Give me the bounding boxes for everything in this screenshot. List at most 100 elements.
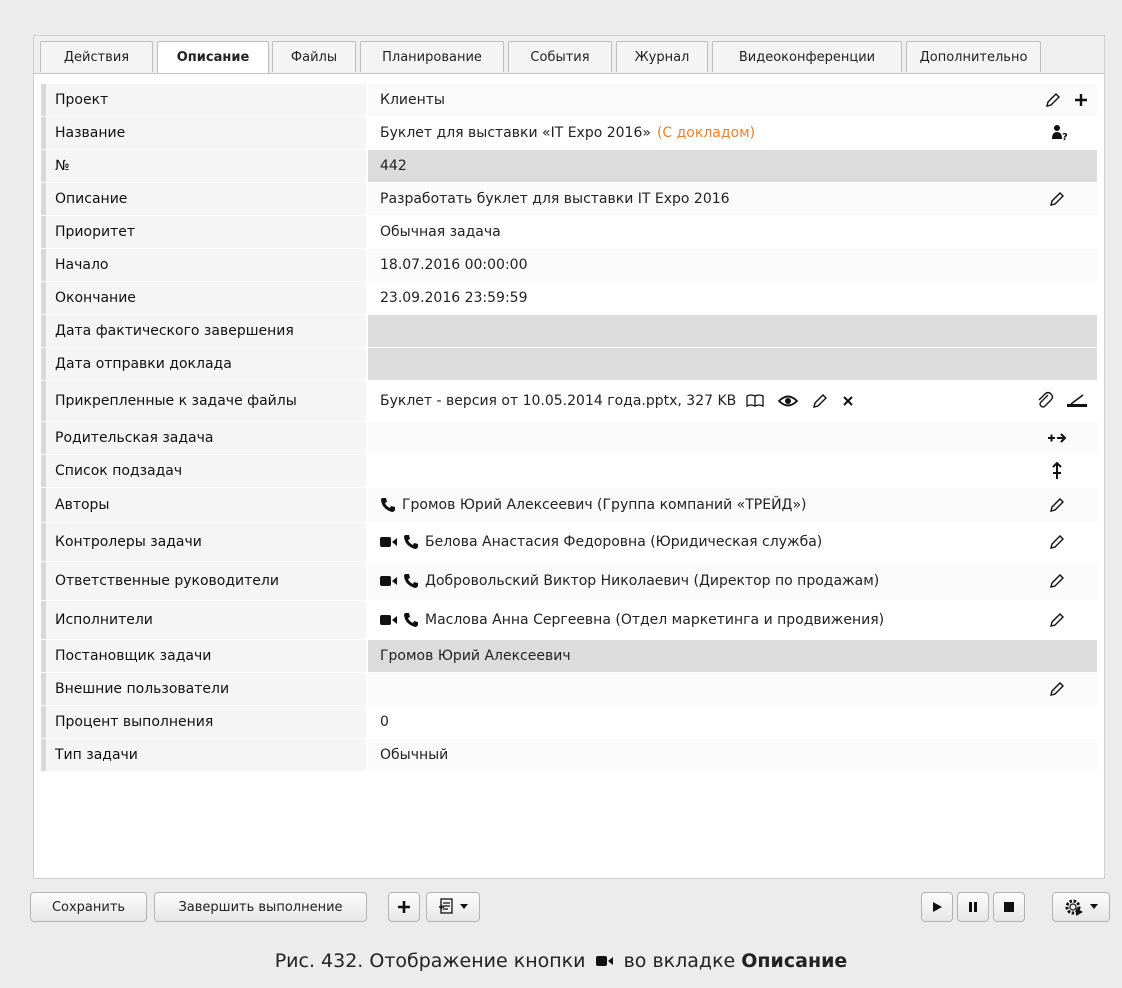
report-note: (С докладом) <box>656 125 756 141</box>
chevron-down-icon <box>1090 904 1098 910</box>
scanner-icon[interactable] <box>1065 392 1089 410</box>
pencil-icon[interactable] <box>1049 681 1065 697</box>
settings-dropdown-button[interactable] <box>1052 892 1110 922</box>
save-button[interactable]: Сохранить <box>30 892 147 922</box>
row-actual-end: Дата фактического завершения <box>41 315 1097 348</box>
row-external: Внешние пользователи <box>41 673 1097 706</box>
screenshot-frame: Действия Описание Файлы Планирование Соб… <box>0 0 1122 988</box>
pencil-icon[interactable] <box>1049 497 1065 513</box>
pencil-icon[interactable] <box>812 393 828 409</box>
pencil-icon[interactable] <box>1049 573 1065 589</box>
tab-events[interactable]: События <box>508 41 612 72</box>
finish-button[interactable]: Завершить выполнение <box>154 892 367 922</box>
field-value[interactable]: Белова Анастасия Федоровна (Юридическая … <box>425 534 822 550</box>
book-open-icon[interactable] <box>746 394 764 408</box>
tab-journal[interactable]: Журнал <box>616 41 708 72</box>
document-icon <box>438 898 454 916</box>
row-parent: Родительская задача <box>41 422 1097 455</box>
row-end: Окончание 23.09.2016 23:59:59 <box>41 282 1097 315</box>
field-value[interactable]: Добровольский Виктор Николаевич (Директо… <box>425 573 879 589</box>
video-camera-icon[interactable] <box>380 575 398 587</box>
video-camera-icon <box>595 955 614 967</box>
field-label: Проект <box>41 84 366 116</box>
field-label: Родительская задача <box>41 422 366 454</box>
tab-planning[interactable]: Планирование <box>360 41 504 72</box>
field-label: Авторы <box>41 488 366 522</box>
add-button[interactable] <box>388 892 420 922</box>
pencil-icon[interactable] <box>1049 534 1065 550</box>
add-subtask-icon[interactable] <box>1051 461 1063 481</box>
row-type: Тип задачи Обычный <box>41 739 1097 772</box>
field-label: Название <box>41 117 366 149</box>
user-question-icon[interactable]: ? <box>1051 124 1069 142</box>
figure-caption: Рис. 432. Отображение кнопки во вкладке … <box>0 950 1122 972</box>
plus-icon[interactable] <box>1073 92 1089 108</box>
field-value: Обычная задача <box>380 224 501 240</box>
field-label: Ответственные руководители <box>41 562 366 600</box>
field-label: Тип задачи <box>41 739 366 771</box>
field-value: 23.09.2016 23:59:59 <box>380 290 528 306</box>
play-icon <box>931 901 943 913</box>
row-name: Название Буклет для выставки «IT Expo 20… <box>41 117 1097 150</box>
stop-icon <box>1003 901 1015 913</box>
phone-icon[interactable] <box>403 573 419 589</box>
field-label: Прикрепленные к задаче файлы <box>41 381 366 421</box>
eye-icon[interactable] <box>778 394 799 408</box>
template-dropdown-button[interactable] <box>426 892 480 922</box>
row-report-date: Дата отправки доклада <box>41 348 1097 381</box>
file-link[interactable]: Буклет - версия от 10.05.2014 года.pptx,… <box>380 393 736 409</box>
field-label: Описание <box>41 183 366 215</box>
tab-additional[interactable]: Дополнительно <box>906 41 1041 72</box>
phone-icon[interactable] <box>403 534 419 550</box>
field-value[interactable]: Маслова Анна Сергеевна (Отдел маркетинга… <box>425 612 884 628</box>
pencil-icon[interactable] <box>1045 92 1061 108</box>
video-camera-icon[interactable] <box>380 614 398 626</box>
phone-icon[interactable] <box>403 612 419 628</box>
chevron-down-icon <box>460 904 468 910</box>
field-value: Громов Юрий Алексеевич <box>380 648 571 664</box>
row-start: Начало 18.07.2016 00:00:00 <box>41 249 1097 282</box>
pause-icon <box>967 901 979 913</box>
paperclip-icon[interactable] <box>1035 391 1055 411</box>
tab-bar: Действия Описание Файлы Планирование Соб… <box>34 36 1104 74</box>
field-label: Процент выполнения <box>41 706 366 738</box>
field-value: Разработать буклет для выставки IT Expo … <box>380 191 730 207</box>
field-label: Список подзадач <box>41 455 366 487</box>
task-panel: Действия Описание Файлы Планирование Соб… <box>22 22 1114 934</box>
tab-videoconferences[interactable]: Видеоконференции <box>712 41 902 72</box>
row-subtasks: Список подзадач <box>41 455 1097 488</box>
field-label: Внешние пользователи <box>41 673 366 705</box>
phone-icon[interactable] <box>380 497 396 513</box>
field-label: Постановщик задачи <box>41 640 366 672</box>
field-value: Буклет для выставки «IT Expo 2016» <box>380 125 651 141</box>
row-setter: Постановщик задачи Громов Юрий Алексееви… <box>41 640 1097 673</box>
link-parent-icon[interactable] <box>1047 431 1067 445</box>
pencil-icon[interactable] <box>1049 191 1065 207</box>
svg-text:?: ? <box>1062 132 1068 142</box>
field-value: 442 <box>380 158 407 174</box>
field-value: Обычный <box>380 747 449 763</box>
stop-button[interactable] <box>993 892 1025 922</box>
row-description: Описание Разработать буклет для выставки… <box>41 183 1097 216</box>
pause-button[interactable] <box>957 892 989 922</box>
tab-actions[interactable]: Действия <box>40 41 153 72</box>
field-value[interactable]: Громов Юрий Алексеевич (Группа компаний … <box>402 497 807 513</box>
field-label: Исполнители <box>41 601 366 639</box>
video-camera-icon[interactable] <box>380 536 398 548</box>
tab-description[interactable]: Описание <box>157 41 269 73</box>
tab-files[interactable]: Файлы <box>272 41 356 72</box>
pencil-icon[interactable] <box>1049 612 1065 628</box>
field-value: 0 <box>380 714 389 730</box>
row-priority: Приоритет Обычная задача <box>41 216 1097 249</box>
play-button[interactable] <box>921 892 953 922</box>
field-label: Контролеры задачи <box>41 523 366 561</box>
field-table: Проект Клиенты Название Буклет для выста… <box>41 84 1097 772</box>
caption-bold: Описание <box>741 950 848 972</box>
row-managers: Ответственные руководители Добровольский… <box>41 562 1097 601</box>
row-project: Проект Клиенты <box>41 84 1097 117</box>
row-number: № 442 <box>41 150 1097 183</box>
field-label: Дата отправки доклада <box>41 348 366 380</box>
delete-icon[interactable] <box>842 395 854 407</box>
plus-icon <box>396 899 412 915</box>
field-label: № <box>41 150 366 182</box>
